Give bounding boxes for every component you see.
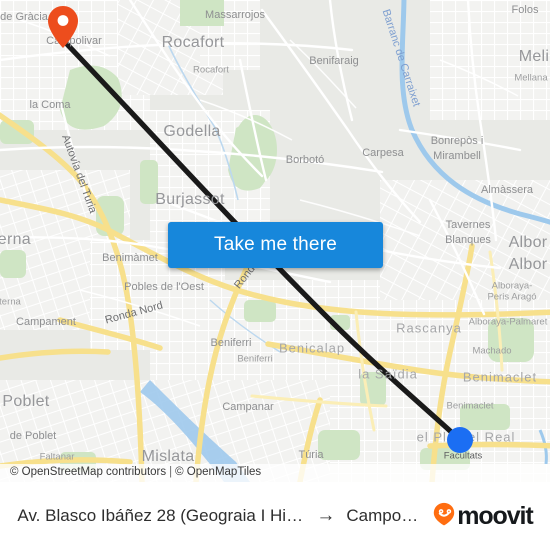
origin-label: Av. Blasco Ibáñez 28 (Geograia I Històri…: [17, 506, 306, 525]
map-attribution: © OpenStreetMap contributors | © OpenMapTi…: [0, 464, 550, 482]
map-canvas[interactable]: de Gràcia Campolivar la Coma Massarrojos Roc…: [0, 0, 550, 482]
osm-attribution-link[interactable]: © OpenStreetMap contributors: [10, 466, 166, 478]
attribution-separator: |: [169, 466, 173, 478]
arrow-icon: →: [316, 505, 336, 526]
moovit-trip-map-screen: de Gràcia Campolivar la Coma Massarrojos Roc…: [0, 0, 550, 550]
moovit-pin-icon: [433, 502, 455, 531]
destination-marker-dot[interactable]: [447, 427, 473, 453]
moovit-logo[interactable]: moovit: [433, 501, 534, 531]
destination-label: Campo…: [346, 506, 419, 525]
moovit-wordmark: moovit: [457, 501, 533, 530]
openmaptiles-attribution-link[interactable]: © OpenMapTiles: [175, 466, 261, 478]
start-marker-pin[interactable]: [47, 5, 79, 49]
trip-summary-footer: Av. Blasco Ibáñez 28 (Geograia I Històri…: [0, 482, 550, 550]
take-me-there-button[interactable]: Take me there: [168, 222, 383, 268]
